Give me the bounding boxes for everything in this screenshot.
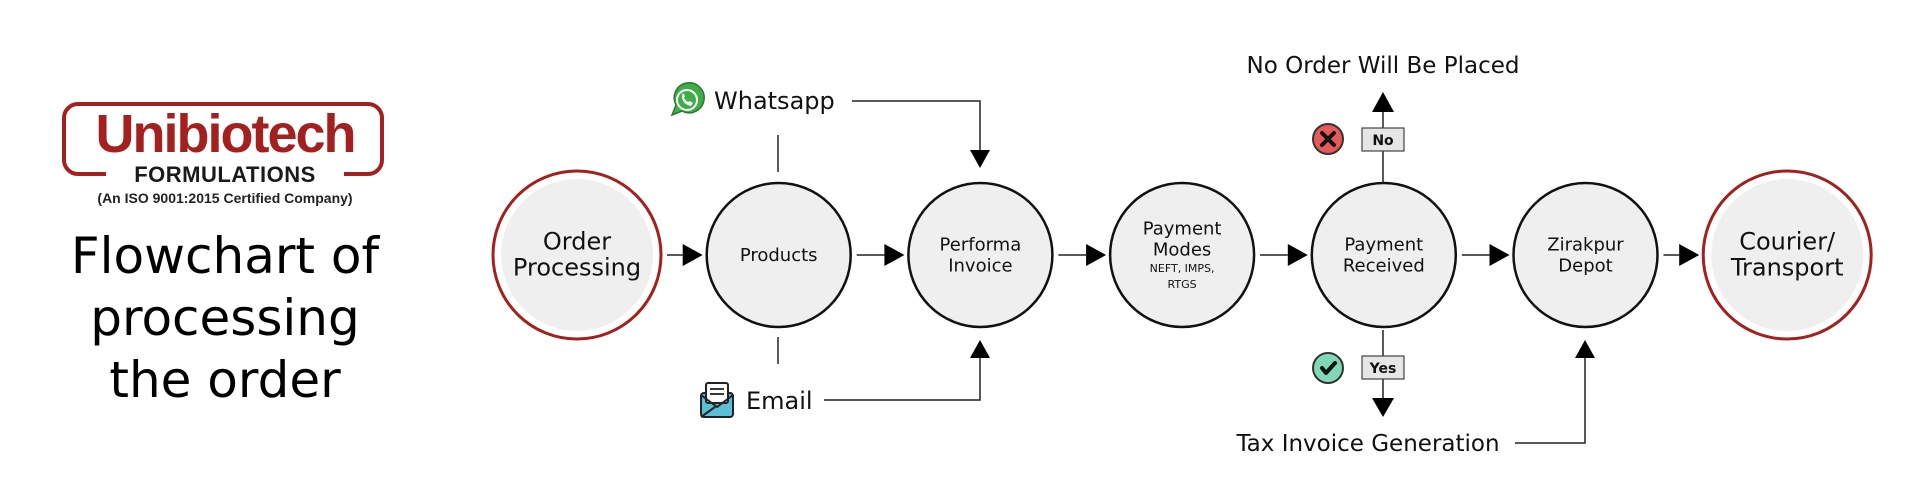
email-connector xyxy=(824,358,981,401)
decision-yes-branch: Yes Tax Invoice Generation xyxy=(1235,330,1595,457)
tax-invoice-arrowhead xyxy=(1575,340,1595,358)
flow-arrowhead xyxy=(682,244,703,266)
yes-outcome-label: Tax Invoice Generation xyxy=(1235,431,1499,457)
node-sublabel: RTGS xyxy=(1168,278,1197,291)
node-label: Products xyxy=(740,245,818,266)
whatsapp-connector xyxy=(852,100,981,150)
flow-node-performa-invoice: PerformaInvoice xyxy=(907,181,1054,329)
flow-arrowhead xyxy=(1489,244,1510,266)
no-outcome-label: No Order Will Be Placed xyxy=(1247,53,1520,79)
whatsapp-arrowhead xyxy=(970,150,990,168)
node-label: Depot xyxy=(1558,255,1612,276)
check-icon xyxy=(1312,352,1344,384)
node-label: Received xyxy=(1343,255,1425,276)
node-label: Modes xyxy=(1153,239,1211,260)
order-flowchart: OrderProcessing Products PerformaInvoice Pa… xyxy=(491,53,1873,457)
node-label: Payment xyxy=(1143,218,1222,239)
node-label: Courier/ xyxy=(1739,227,1836,255)
decision-no-branch: No Order Will Be Placed No xyxy=(1247,53,1520,183)
node-label: Zirakpur xyxy=(1547,234,1624,255)
whatsapp-channel: Whatsapp xyxy=(670,82,990,168)
flow-node-products: Products xyxy=(705,181,852,329)
flow-node-payment-received: PaymentReceived xyxy=(1310,181,1458,329)
yes-arrowhead xyxy=(1372,398,1394,417)
node-label: Invoice xyxy=(948,255,1012,276)
whatsapp-icon xyxy=(670,82,705,117)
flow-node-payment-modes: PaymentModes NEFT, IMPS, RTGS xyxy=(1108,181,1256,329)
yes-label: Yes xyxy=(1369,361,1397,377)
node-label: Processing xyxy=(513,253,641,281)
node-sublabel: NEFT, IMPS, xyxy=(1150,262,1215,275)
flow-node-courier-transport: Courier/Transport xyxy=(1701,169,1873,341)
flow-arrowhead xyxy=(884,244,905,266)
flow-arrowhead xyxy=(1086,244,1107,266)
no-label: No xyxy=(1372,133,1394,149)
flow-arrowhead xyxy=(1287,244,1308,266)
flow-node-zirakpur-depot: ZirakpurDepot xyxy=(1512,181,1659,329)
email-arrowhead xyxy=(970,340,990,358)
email-channel: Email xyxy=(700,340,990,418)
node-label: Payment xyxy=(1344,234,1423,255)
flow-node-order-processing: OrderProcessing xyxy=(491,169,663,341)
node-label: Performa xyxy=(940,234,1022,255)
email-icon xyxy=(700,382,734,418)
node-label: Order xyxy=(543,227,611,255)
whatsapp-label: Whatsapp xyxy=(714,87,835,115)
flow-arrowhead xyxy=(1679,244,1700,266)
email-label: Email xyxy=(746,387,813,415)
tax-invoice-connector xyxy=(1515,358,1586,444)
no-arrowhead xyxy=(1372,92,1394,112)
cross-icon xyxy=(1312,123,1344,155)
node-label: Transport xyxy=(1730,253,1844,281)
